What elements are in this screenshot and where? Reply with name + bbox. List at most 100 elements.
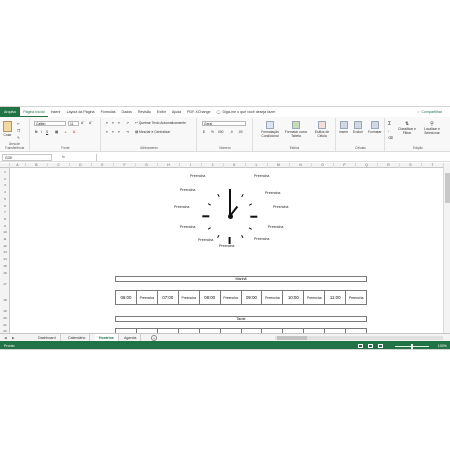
row-header[interactable]: 9: [0, 223, 10, 230]
row-header[interactable]: 2: [0, 176, 10, 183]
percent-icon[interactable]: %: [211, 130, 214, 134]
row-header[interactable]: 13: [0, 249, 10, 256]
format-as-table-button[interactable]: Formatar como Tabela: [284, 121, 308, 138]
fill-icon[interactable]: ↓: [388, 129, 390, 133]
slot-time[interactable]: 06:00: [116, 291, 137, 304]
page-layout-view-icon[interactable]: [368, 344, 373, 348]
font-size-select[interactable]: 11: [68, 121, 79, 126]
copy-icon[interactable]: ❐: [17, 129, 20, 133]
clock-hour-label[interactable]: Preencha: [265, 191, 280, 195]
borders-icon[interactable]: ▦: [55, 130, 58, 134]
font-color-icon[interactable]: A: [73, 130, 75, 134]
grow-font-icon[interactable]: Aˆ: [81, 121, 84, 125]
align-top-icon[interactable]: ≡: [106, 121, 108, 125]
orientation-icon[interactable]: ↗: [126, 121, 129, 125]
row-header[interactable]: 3: [0, 182, 10, 189]
align-right-icon[interactable]: ≡: [118, 130, 120, 134]
decrease-decimal-icon[interactable]: ,00: [238, 130, 243, 134]
tab-pdf-xchange[interactable]: PDF-XChange: [184, 107, 213, 117]
align-center-icon[interactable]: ≡: [112, 130, 114, 134]
slot-fill[interactable]: Preencha: [304, 291, 326, 304]
indent-icon[interactable]: ⇥: [126, 130, 129, 134]
clock-hour-label[interactable]: Preencha: [219, 244, 234, 248]
horizontal-scrollbar[interactable]: [275, 336, 443, 340]
tab-review[interactable]: Revisão: [135, 107, 154, 117]
slot-time[interactable]: 08:00: [200, 291, 221, 304]
row-header[interactable]: 19: [0, 308, 10, 315]
row-header[interactable]: 10: [0, 229, 10, 236]
merge-center-button[interactable]: ▤ Mesclar e Centralizar: [135, 130, 170, 134]
italic-icon[interactable]: I: [41, 130, 42, 134]
row-header[interactable]: 18: [0, 292, 10, 308]
slot-time[interactable]: 07:00: [158, 291, 179, 304]
bold-icon[interactable]: N: [35, 130, 37, 134]
slot-fill[interactable]: Preencha: [137, 291, 158, 304]
fill-color-icon[interactable]: ▲: [64, 130, 67, 134]
font-name-select[interactable]: Calibri: [34, 121, 66, 126]
currency-icon[interactable]: $: [203, 130, 205, 134]
align-middle-icon[interactable]: ≡: [112, 121, 114, 125]
normal-view-icon[interactable]: [358, 344, 363, 348]
share-button[interactable]: ○ Compartilhar: [417, 107, 442, 117]
clock-hour-label[interactable]: Preencha: [174, 205, 189, 209]
page-break-view-icon[interactable]: [378, 344, 383, 348]
slot-time[interactable]: 09:00: [242, 291, 263, 304]
shrink-font-icon[interactable]: Aˇ: [89, 121, 92, 125]
tab-file[interactable]: Arquivo: [0, 107, 21, 117]
find-select-button[interactable]: ⚲ Localizar e Selecionar: [420, 121, 444, 135]
cell-styles-button[interactable]: Estilos de Célula: [310, 121, 334, 138]
slot-fill[interactable]: Preencha: [346, 291, 366, 304]
row-header[interactable]: 6: [0, 203, 10, 210]
align-left-icon[interactable]: ≡: [106, 130, 108, 134]
zoom-level[interactable]: 100%: [438, 341, 447, 349]
row-header[interactable]: 5: [0, 196, 10, 203]
zoom-slider-thumb[interactable]: [411, 343, 413, 349]
tell-me-box[interactable]: ◯ Diga-me o que você deseja fazer: [214, 107, 279, 117]
row-header[interactable]: 1: [0, 169, 10, 176]
slot-fill[interactable]: Preencha: [262, 291, 284, 304]
tab-help[interactable]: Ajuda: [169, 107, 184, 117]
row-header[interactable]: 7: [0, 209, 10, 216]
row-header[interactable]: 21: [0, 322, 10, 329]
name-box[interactable]: G39: [2, 154, 52, 161]
sort-filter-button[interactable]: ⇅ Classificar e Filtrar: [396, 121, 418, 135]
vertical-scroll-thumb[interactable]: [445, 173, 450, 203]
cut-icon[interactable]: ✂: [17, 122, 20, 126]
row-header[interactable]: 20: [0, 315, 10, 322]
clock-hour-label[interactable]: Preencha: [273, 205, 288, 209]
thousands-icon[interactable]: 000: [218, 130, 224, 134]
tab-home[interactable]: Página Inicial: [20, 107, 48, 117]
formula-input[interactable]: [96, 154, 444, 161]
paste-button[interactable]: Colar: [3, 121, 12, 137]
row-header[interactable]: 17: [0, 276, 10, 292]
vertical-scrollbar[interactable]: [443, 163, 450, 333]
tab-page-layout[interactable]: Layout da Página: [64, 107, 98, 117]
tab-data[interactable]: Dados: [119, 107, 135, 117]
function-icon[interactable]: fx: [62, 154, 65, 161]
tab-view[interactable]: Exibir: [154, 107, 169, 117]
row-header[interactable]: 15: [0, 263, 10, 270]
tab-insert[interactable]: Inserir: [48, 107, 64, 117]
row-header[interactable]: 11: [0, 236, 10, 243]
worksheet[interactable]: Preencha Preencha Preencha Preencha Preencha…: [10, 168, 443, 333]
row-header[interactable]: 16: [0, 270, 10, 277]
clock-hour-label[interactable]: Preencha: [254, 174, 269, 178]
slot-fill[interactable]: Preencha: [179, 291, 200, 304]
row-header[interactable]: 14: [0, 256, 10, 263]
horizontal-scroll-thumb[interactable]: [277, 336, 307, 340]
row-header[interactable]: 4: [0, 189, 10, 196]
clear-icon[interactable]: ⌫: [388, 136, 393, 140]
clock-hour-label[interactable]: Preencha: [180, 188, 195, 192]
insert-cells-button[interactable]: Inserir: [339, 121, 348, 134]
underline-icon[interactable]: S: [46, 130, 48, 134]
autosum-icon[interactable]: Σ: [388, 121, 391, 127]
delete-cells-button[interactable]: Excluir: [353, 121, 363, 134]
conditional-formatting-button[interactable]: Formatação Condicional: [258, 121, 282, 138]
wrap-text-button[interactable]: ↵ Quebrar Texto Automaticamente: [135, 121, 186, 125]
clock-hour-label[interactable]: Preencha: [254, 237, 269, 241]
clock-hour-label[interactable]: Preencha: [190, 174, 205, 178]
format-cells-button[interactable]: Formatar: [368, 121, 381, 134]
clock-hour-label[interactable]: Preencha: [198, 238, 213, 242]
row-header[interactable]: 8: [0, 216, 10, 223]
clock-hour-label[interactable]: Preencha: [180, 225, 195, 229]
